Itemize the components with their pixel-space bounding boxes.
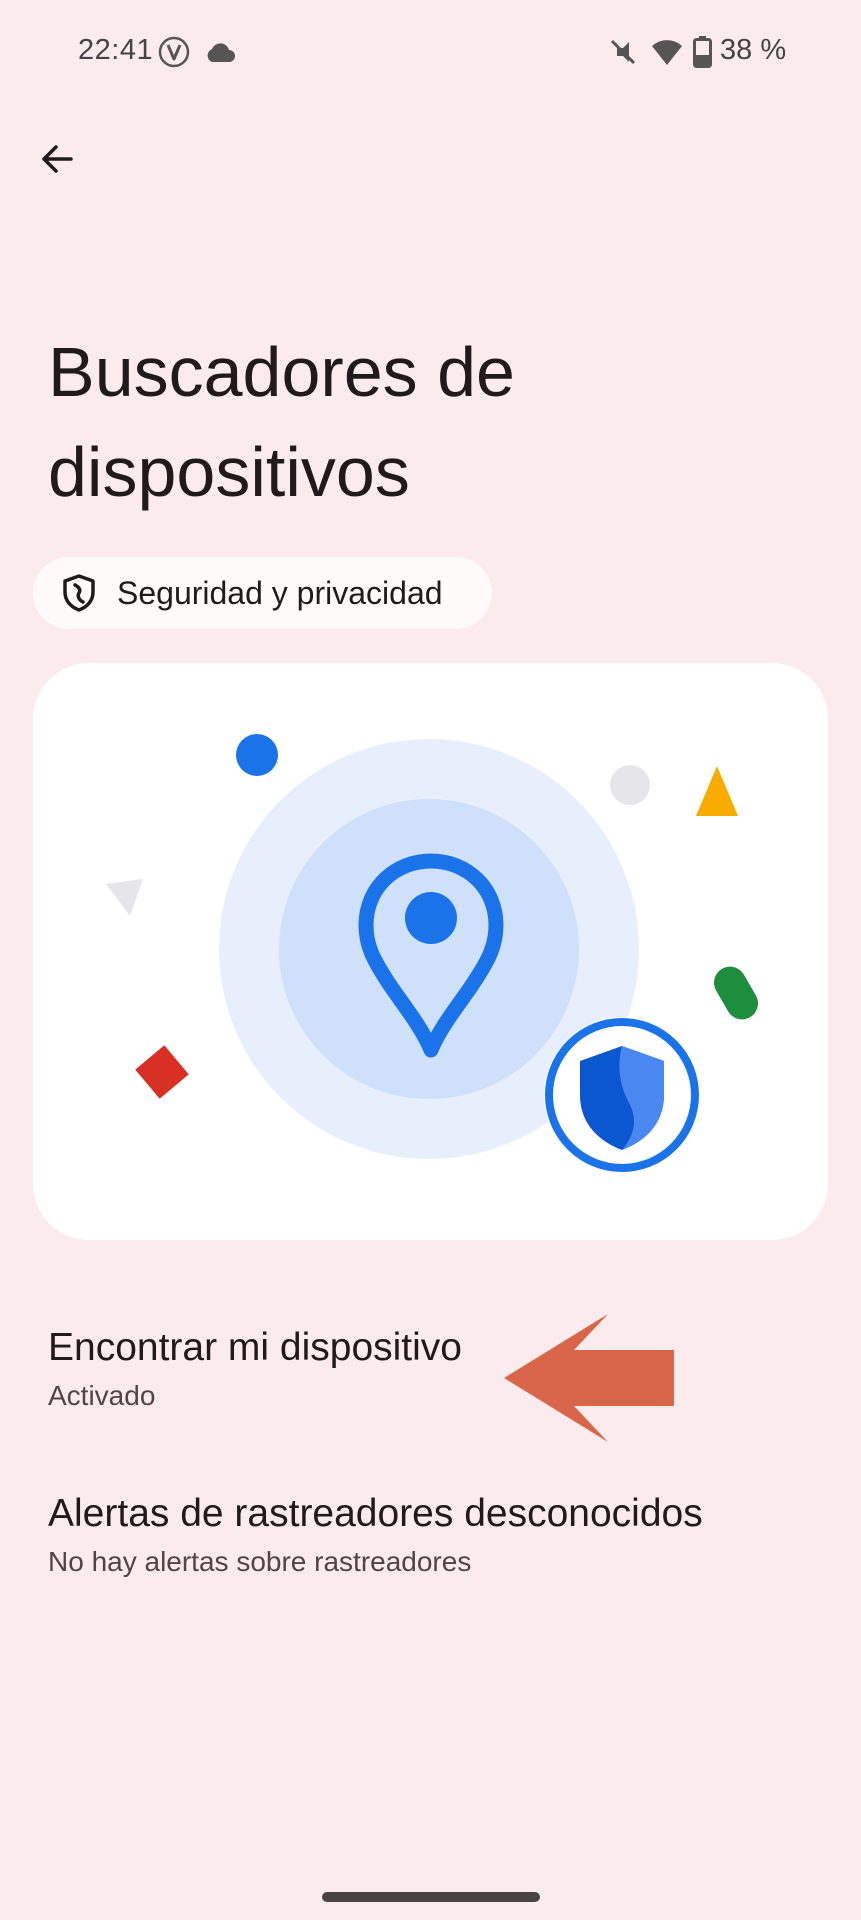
- list-item-subtitle: No hay alertas sobre rastreadores: [48, 1546, 472, 1577]
- find-my-device-item[interactable]: Encontrar mi dispositivo Activado: [0, 1324, 861, 1444]
- location-pin-shield-illustration: [106, 734, 758, 1173]
- wifi-icon: [652, 40, 682, 65]
- back-button[interactable]: [30, 132, 84, 186]
- security-privacy-chip[interactable]: Seguridad y privacidad: [33, 557, 492, 629]
- unknown-tracker-alerts-item[interactable]: Alertas de rastreadores desconocidos No …: [0, 1490, 861, 1610]
- mute-icon: [610, 39, 636, 65]
- green-pill-shape: [714, 966, 758, 1020]
- arrow-left-icon: [42, 145, 73, 173]
- annotation-arrow-icon: [504, 1314, 674, 1442]
- page-title: Buscadores de dispositivos: [48, 333, 515, 511]
- list-item-title: Encontrar mi dispositivo: [48, 1326, 462, 1369]
- vpn-v-icon: [158, 36, 190, 68]
- shield-icon: [63, 574, 95, 612]
- blue-dot-shape: [236, 734, 278, 776]
- illustration-card: [33, 663, 828, 1240]
- status-bar: 22:41 38 %: [0, 0, 861, 106]
- gray-dot-shape: [610, 765, 650, 805]
- battery-percent: 38 %: [720, 34, 787, 66]
- battery-icon: [693, 36, 712, 68]
- yellow-triangle-shape: [696, 766, 738, 816]
- cloud-icon: [207, 43, 235, 62]
- gray-triangle-shape: [106, 879, 143, 916]
- red-square-shape: [135, 1045, 189, 1099]
- device-finders-screen: 22:41 38 % Buscadores de dispositivos Se…: [0, 0, 861, 1920]
- list-item-subtitle: Activado: [48, 1380, 156, 1411]
- list-item-title: Alertas de rastreadores desconocidos: [48, 1492, 703, 1535]
- status-time: 22:41: [78, 34, 154, 66]
- gesture-nav-handle[interactable]: [322, 1892, 540, 1902]
- chip-label: Seguridad y privacidad: [117, 574, 443, 611]
